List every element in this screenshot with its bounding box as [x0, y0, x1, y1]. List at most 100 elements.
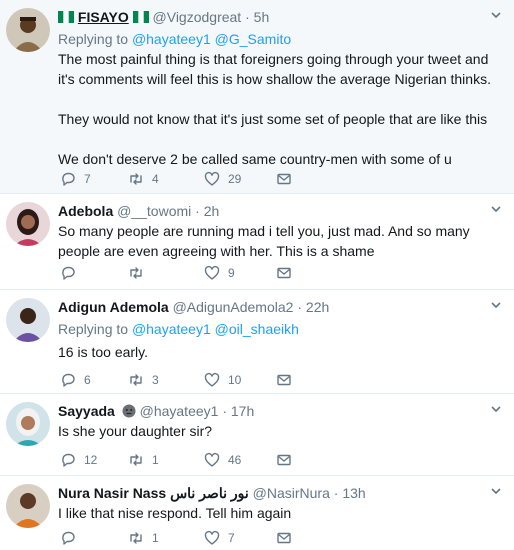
mention-link[interactable]: @oil_shaeikh — [215, 321, 299, 337]
replying-to: Replying to @hayateey1 @G_Samito — [58, 29, 504, 49]
direct-message-button[interactable] — [276, 529, 292, 547]
nigeria-flag-icon — [58, 11, 74, 23]
display-name[interactable]: Adebola — [58, 203, 113, 219]
avatar-fisayo[interactable] — [6, 8, 50, 52]
tweet-text-line: Is she your daughter sir? — [58, 423, 213, 439]
chevron-down-icon[interactable] — [490, 202, 502, 214]
tweet-text-line: So many people are running mad i tell yo… — [58, 223, 470, 259]
avatar-nura[interactable] — [6, 484, 50, 528]
tweet-text: The most painful thing is that foreigner… — [58, 49, 504, 169]
direct-message-button[interactable] — [276, 170, 292, 188]
like-icon — [204, 171, 220, 187]
display-name[interactable]: FISAYO — [78, 9, 129, 25]
display-name[interactable]: Adigun Ademola — [58, 299, 169, 315]
tweet-text-line: The most painful thing is that foreigner… — [58, 51, 491, 87]
tweet-header: FISAYO @Vigzodgreat · 5h — [58, 8, 504, 26]
tweet-actions: 6 3 10 — [58, 371, 298, 389]
mention-link[interactable]: @hayateey1 — [132, 321, 211, 337]
mention-link[interactable]: @hayateey1 — [132, 31, 211, 47]
tweet-time[interactable]: 22h — [306, 299, 329, 315]
direct-message-button[interactable] — [276, 451, 292, 469]
chevron-down-icon[interactable] — [490, 402, 502, 414]
like-button[interactable]: 29 — [204, 170, 241, 188]
user-handle[interactable]: @NasirNura — [253, 485, 330, 501]
like-button[interactable]: 9 — [204, 264, 235, 282]
retweet-button[interactable]: 1 — [128, 451, 159, 469]
user-handle[interactable]: @Vigzodgreat — [153, 9, 242, 25]
face-emoji-icon — [122, 404, 136, 418]
tweet-text: So many people are running mad i tell yo… — [58, 221, 504, 261]
tweet-text: I like that nise respond. Tell him again — [58, 503, 504, 523]
avatar-adebola[interactable] — [6, 202, 50, 246]
message-icon — [276, 530, 292, 546]
retweet-count: 3 — [152, 373, 159, 387]
like-icon — [204, 372, 220, 388]
retweet-button[interactable]: 3 — [128, 371, 159, 389]
tweet-text: 16 is too early. — [58, 342, 504, 362]
nigeria-flag-icon — [132, 11, 149, 23]
chevron-down-icon[interactable] — [490, 298, 502, 310]
retweet-button[interactable]: 1 — [128, 529, 159, 547]
message-icon — [276, 171, 292, 187]
tweet-sayyada[interactable]: Sayyada @hayateey1 · 17h Is she your dau… — [0, 394, 514, 476]
retweet-icon — [128, 171, 144, 187]
tweet-time[interactable]: 17h — [231, 403, 254, 419]
reply-button[interactable]: 12 — [60, 451, 97, 469]
reply-button[interactable] — [60, 264, 84, 282]
retweet-count: 1 — [152, 531, 159, 545]
message-icon — [276, 372, 292, 388]
tweet-header: Adigun Ademola @AdigunAdemola2 · 22h — [58, 298, 504, 316]
mention-link[interactable]: @G_Samito — [215, 31, 291, 47]
avatar-sayyada[interactable] — [6, 402, 50, 446]
tweet-text-line: They would not know that it's just some … — [58, 111, 488, 127]
user-handle[interactable]: @hayateey1 — [140, 403, 219, 419]
tweet-text-line: We don't deserve 2 be called same countr… — [58, 151, 452, 167]
avatar-adigun[interactable] — [6, 298, 50, 342]
tweet-time[interactable]: 5h — [254, 9, 270, 25]
direct-message-button[interactable] — [276, 264, 292, 282]
separator-dot: · — [297, 299, 303, 315]
separator-dot: · — [333, 485, 339, 501]
tweet-time[interactable]: 2h — [204, 203, 220, 219]
reply-count: 12 — [84, 453, 98, 467]
replying-to-label: Replying to — [58, 31, 129, 47]
like-icon — [204, 265, 220, 281]
chevron-down-icon[interactable] — [490, 484, 502, 496]
like-count: 46 — [228, 453, 242, 467]
display-name[interactable]: Sayyada — [58, 403, 115, 419]
retweet-button[interactable]: 4 — [128, 170, 159, 188]
like-count: 7 — [228, 531, 235, 545]
replying-to: Replying to @hayateey1 @oil_shaeikh — [58, 319, 504, 339]
chevron-down-icon[interactable] — [490, 8, 502, 20]
retweet-button[interactable] — [128, 264, 152, 282]
user-handle[interactable]: @__towomi — [117, 203, 191, 219]
message-icon — [276, 265, 292, 281]
tweet-adigun[interactable]: Adigun Ademola @AdigunAdemola2 · 22h Rep… — [0, 290, 514, 394]
reply-count: 7 — [84, 172, 91, 186]
tweet-nura[interactable]: Nura Nasir Nass نور ناصر ناس @NasirNura … — [0, 476, 514, 550]
display-name[interactable]: Nura Nasir Nass نور ناصر ناس — [58, 485, 249, 501]
like-button[interactable]: 10 — [204, 371, 241, 389]
reply-icon — [60, 530, 76, 546]
reply-button[interactable]: 6 — [60, 371, 91, 389]
separator-dot: · — [222, 403, 227, 419]
tweet-actions: 7 4 29 — [58, 170, 298, 188]
retweet-icon — [128, 372, 144, 388]
tweet-header: Adebola @__towomi · 2h — [58, 202, 504, 220]
user-handle[interactable]: @AdigunAdemola2 — [173, 299, 294, 315]
tweet-adebola[interactable]: Adebola @__towomi · 2h So many people ar… — [0, 194, 514, 290]
tweet-text-line: I like that nise respond. Tell him again — [58, 505, 292, 521]
retweet-icon — [128, 530, 144, 546]
tweet-actions: 12 1 46 — [58, 451, 298, 469]
reply-button[interactable]: 7 — [60, 170, 91, 188]
like-icon — [204, 452, 220, 468]
retweet-count: 1 — [152, 453, 159, 467]
like-count: 9 — [228, 266, 235, 280]
tweet-time[interactable]: 13h — [342, 485, 365, 501]
tweet-fisayo[interactable]: FISAYO @Vigzodgreat · 5h Replying to @ha… — [0, 0, 514, 194]
separator-dot: · — [195, 203, 200, 219]
like-button[interactable]: 7 — [204, 529, 235, 547]
reply-button[interactable] — [60, 529, 84, 547]
direct-message-button[interactable] — [276, 371, 292, 389]
like-button[interactable]: 46 — [204, 451, 241, 469]
